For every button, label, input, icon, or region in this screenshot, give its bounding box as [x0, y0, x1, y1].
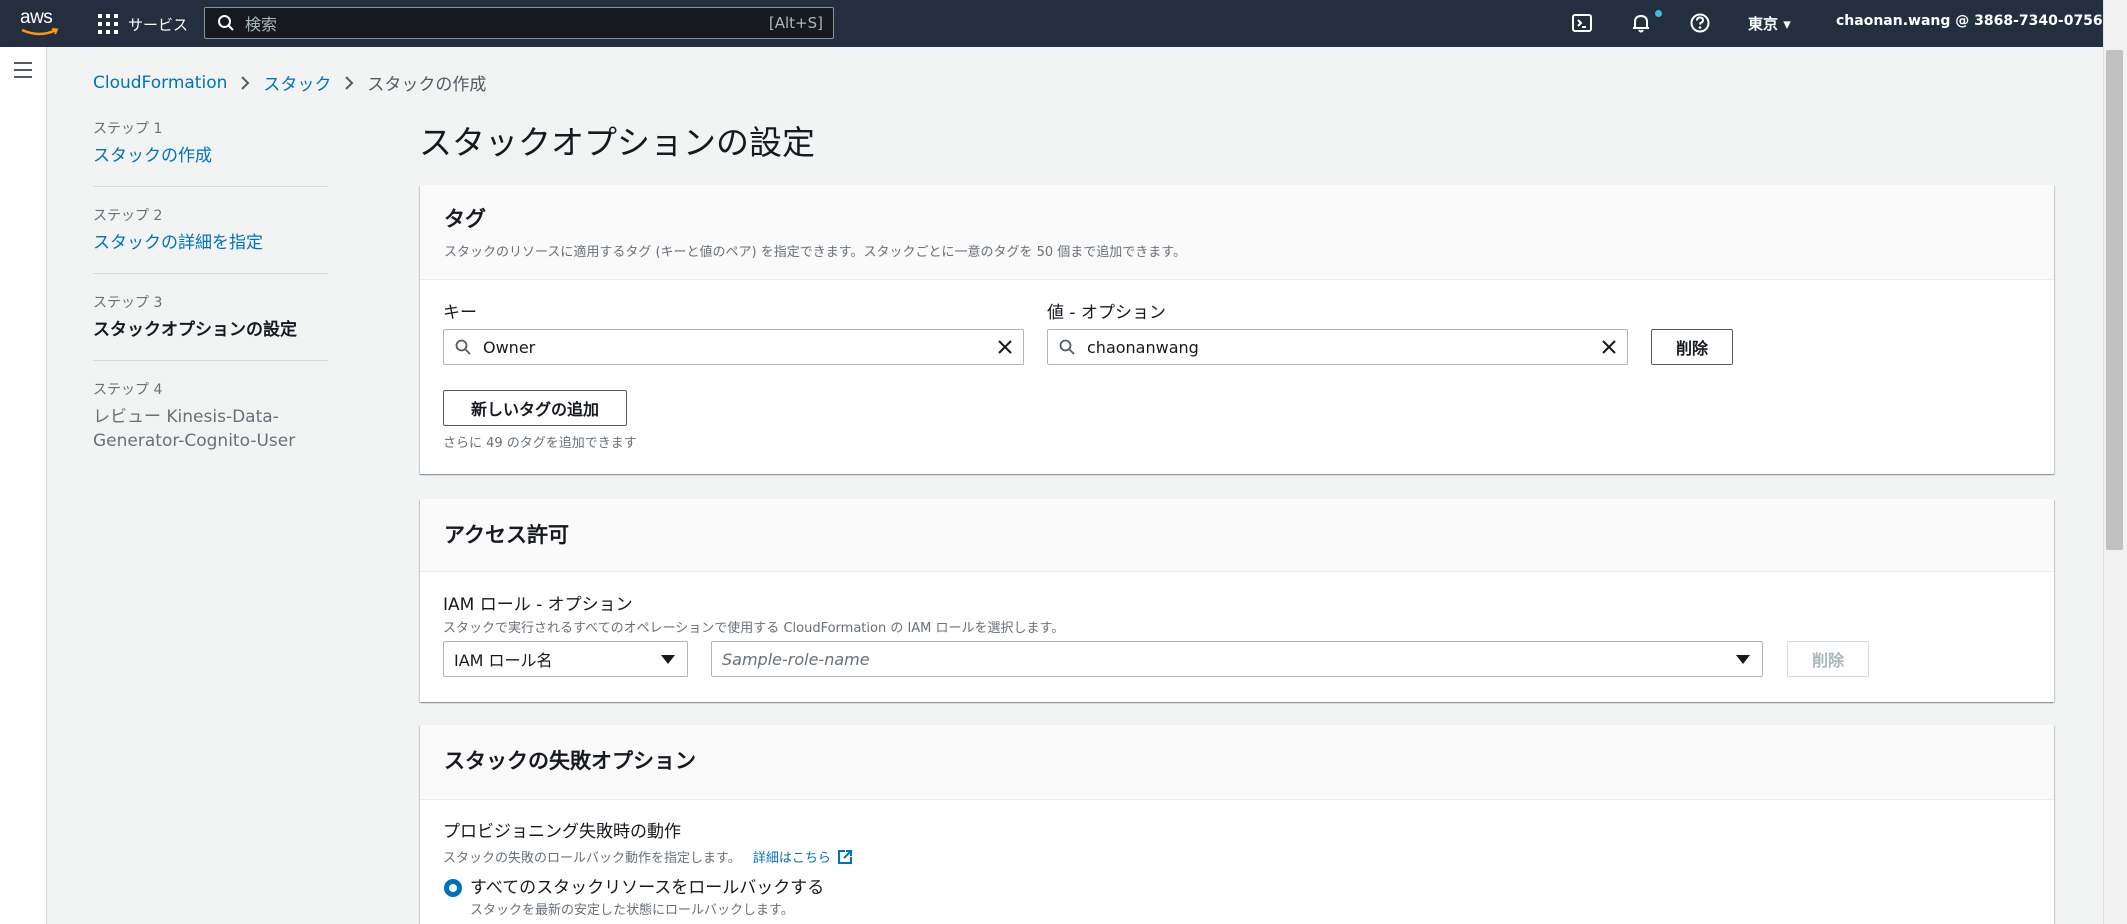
- aws-logo[interactable]: aws: [20, 7, 62, 39]
- services-label: サービス: [128, 15, 189, 34]
- tag-key-label: キー: [443, 303, 477, 323]
- step-number: ステップ 4: [93, 382, 163, 398]
- step-number: ステップ 2: [93, 208, 163, 224]
- search-icon: [1059, 339, 1075, 355]
- search-icon: [218, 15, 234, 31]
- side-rail: [0, 47, 47, 924]
- step-current-label: スタックオプションの設定: [93, 320, 297, 340]
- iam-role-placeholder: Sample-role-name: [722, 649, 870, 669]
- bell-icon[interactable]: [1630, 12, 1652, 34]
- remove-tag-button[interactable]: 削除: [1651, 329, 1733, 365]
- tag-key-value: Owner: [483, 337, 536, 357]
- notification-dot: [1655, 10, 1662, 17]
- step-label-line2: Generator-Cognito-User: [93, 431, 296, 451]
- rollback-all-description: スタックを最新の安定した状態にロールバックします。: [470, 903, 794, 918]
- breadcrumb: CloudFormation スタック スタックの作成: [93, 70, 487, 96]
- page-title: スタックオプションの設定: [419, 123, 815, 162]
- scrollbar-thumb[interactable]: [2106, 50, 2123, 550]
- region-selector[interactable]: 東京 ▾: [1748, 13, 1791, 34]
- wizard-steps: ステップ 1 スタックの作成 ステップ 2 スタックの詳細を指定 ステップ 3 …: [93, 118, 328, 489]
- failure-desc-text: スタックの失敗のロールバック動作を指定します。: [443, 851, 741, 866]
- breadcrumb-current: スタックの作成: [367, 75, 487, 95]
- tag-value-input[interactable]: chaonanwang: [1047, 329, 1628, 365]
- permissions-header: アクセス許可: [420, 499, 2054, 572]
- clear-icon[interactable]: [1601, 339, 1617, 355]
- remove-role-button[interactable]: 削除: [1787, 641, 1869, 677]
- tags-description: スタックのリソースに適用するタグ (キーと値のペア) を指定できます。スタックご…: [444, 245, 1186, 260]
- iam-role-type-select[interactable]: IAM ロール名: [443, 641, 688, 677]
- search-placeholder: 検索: [245, 15, 278, 34]
- step-3: ステップ 3 スタックオプションの設定: [93, 292, 328, 361]
- step-2: ステップ 2 スタックの詳細を指定: [93, 205, 328, 274]
- iam-role-description: スタックで実行されるすべてのオペレーションで使用する CloudFormatio…: [443, 621, 1065, 636]
- menu-icon[interactable]: [14, 62, 32, 78]
- iam-role-label: IAM ロール - オプション: [443, 595, 633, 615]
- step-label-line1: レビュー Kinesis-Data-: [93, 407, 279, 427]
- tags-title: タグ: [444, 207, 486, 231]
- search-shortcut: [Alt+S]: [768, 14, 823, 32]
- search-input[interactable]: 検索 [Alt+S]: [204, 7, 834, 39]
- external-link-icon[interactable]: [837, 849, 853, 865]
- chevron-right-icon: [345, 75, 354, 90]
- caret-down-icon: [1736, 654, 1750, 664]
- step-link[interactable]: スタックの作成: [93, 144, 328, 168]
- add-tag-button[interactable]: 新しいタグの追加: [443, 390, 627, 426]
- account-menu[interactable]: chaonan.wang @ 3868-7340-0756 ▾: [1836, 13, 2115, 29]
- breadcrumb-stacks[interactable]: スタック: [263, 70, 331, 95]
- aws-logo-text: aws: [20, 7, 53, 28]
- tag-value-value: chaonanwang: [1087, 337, 1199, 357]
- failure-header: スタックの失敗オプション: [420, 725, 2054, 800]
- top-navigation: aws サービス 検索 [Alt+S] 東京 ▾ chaonan.wang @ …: [0, 0, 2127, 47]
- tags-container: タグ スタックのリソースに適用するタグ (キーと値のペア) を指定できます。スタ…: [420, 185, 2054, 474]
- search-icon: [455, 339, 471, 355]
- iam-role-type-value: IAM ロール名: [454, 651, 553, 670]
- caret-down-icon: [661, 654, 675, 664]
- step-4: ステップ 4 レビュー Kinesis-Data- Generator-Cogn…: [93, 379, 328, 471]
- clear-icon[interactable]: [997, 339, 1013, 355]
- chevron-right-icon: [241, 75, 250, 90]
- failure-behavior-label: プロビジョニング失敗時の動作: [443, 822, 681, 842]
- services-menu[interactable]: サービス: [98, 12, 188, 36]
- permissions-title: アクセス許可: [444, 523, 569, 547]
- permissions-container: アクセス許可 IAM ロール - オプション スタックで実行されるすべてのオペレ…: [420, 499, 2054, 702]
- rollback-all-label[interactable]: すべてのスタックリソースをロールバックする: [470, 873, 824, 898]
- step-1: ステップ 1 スタックの作成: [93, 118, 328, 187]
- tags-header: タグ スタックのリソースに適用するタグ (キーと値のペア) を指定できます。スタ…: [420, 185, 2054, 280]
- step-number: ステップ 3: [93, 295, 163, 311]
- breadcrumb-cloudformation[interactable]: CloudFormation: [93, 73, 227, 93]
- step-link[interactable]: スタックの詳細を指定: [93, 231, 328, 255]
- tag-key-input[interactable]: Owner: [443, 329, 1024, 365]
- iam-role-name-select[interactable]: Sample-role-name: [711, 641, 1763, 677]
- help-icon[interactable]: [1689, 12, 1711, 34]
- aws-smile-icon: [21, 28, 59, 36]
- tags-remaining-text: さらに 49 のタグを追加できます: [443, 436, 637, 451]
- failure-title: スタックの失敗オプション: [444, 749, 696, 773]
- rollback-all-radio[interactable]: [444, 879, 462, 897]
- learn-more-link[interactable]: 詳細はこちら: [753, 851, 831, 866]
- cloudshell-icon[interactable]: [1571, 12, 1593, 34]
- step-number: ステップ 1: [93, 121, 163, 137]
- failure-behavior-description: スタックの失敗のロールバック動作を指定します。 詳細はこちら: [443, 847, 853, 866]
- grid-icon: [98, 14, 118, 34]
- tag-value-label: 値 - オプション: [1047, 303, 1166, 323]
